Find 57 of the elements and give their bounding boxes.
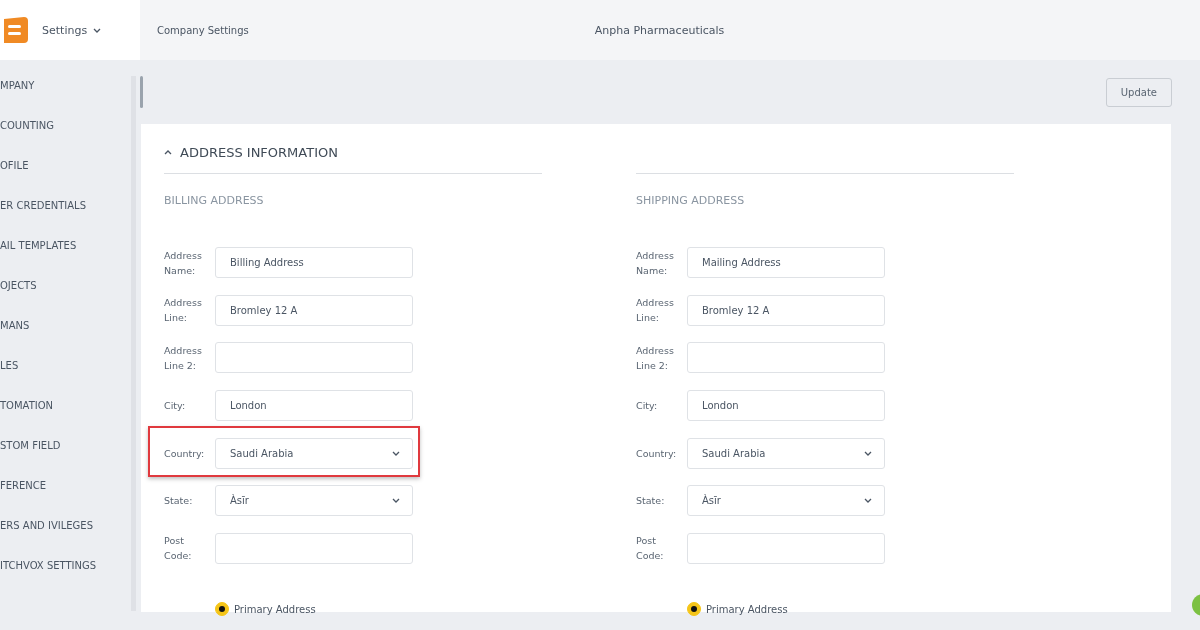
sidebar-item[interactable]: STOM FIELD [0,438,120,478]
update-button[interactable]: Update [1105,77,1172,107]
chevron-down-icon [392,498,400,504]
sidebar-item[interactable]: LES [0,358,120,398]
breadcrumb: Company Settings [157,24,249,36]
input-field[interactable] [687,532,885,564]
sidebar-item[interactable]: OFILE [0,158,120,198]
primary-address-radio[interactable]: Primary Address [215,602,316,617]
input-field[interactable]: London [215,390,413,422]
chevron-down-icon [392,450,400,456]
field-label: City: [636,399,659,414]
select-field[interactable]: Àsīr [687,485,885,517]
input-field[interactable]: Bromley 12 A [215,294,413,326]
chevron-up-icon [164,149,172,155]
chevron-down-icon [864,498,872,504]
field-label: Country: [164,446,206,461]
sidebar-item[interactable]: AIL TEMPLATES [0,238,120,278]
sidebar-item[interactable]: MANS [0,318,120,358]
input-field[interactable] [687,342,885,374]
sidebar-item[interactable]: ERS AND IVILEGES [0,518,120,558]
field-label: Address Name: [636,248,675,278]
select-field[interactable]: Saudi Arabia [215,437,413,469]
field-label: Post Code: [164,534,193,564]
sidebar-item[interactable]: ER CREDENTIALS [0,198,120,238]
scroll-thumb[interactable] [140,76,143,108]
field-label: Address Line: [164,296,203,326]
sidebar-item[interactable]: TOMATION [0,398,120,438]
input-field[interactable]: Mailing Address [687,247,885,279]
input-field[interactable] [215,532,413,564]
column-heading: BILLING ADDRESS [164,194,265,209]
sidebar-item[interactable]: COUNTING [0,118,120,158]
sidebar-item[interactable]: FERENCE [0,478,120,518]
field-label: City: [164,399,187,414]
sidebar-item[interactable]: ITCHVOX SETTINGS [0,558,120,598]
input-field[interactable]: Billing Address [215,247,413,279]
primary-address-radio[interactable]: Primary Address [687,602,788,617]
section-toggle[interactable]: ADDRESS INFORMATION [164,124,338,166]
chevron-down-icon [93,27,102,33]
column-heading: SHIPPING ADDRESS [636,194,746,209]
field-label: Address Line 2: [164,344,203,373]
select-field[interactable]: Saudi Arabia [687,437,885,469]
input-field[interactable]: London [687,390,885,422]
input-field[interactable] [215,342,413,374]
field-label: Post Code: [636,534,665,564]
chevron-down-icon [864,450,872,456]
sidebar-item[interactable]: OJECTS [0,278,120,318]
field-label: Address Name: [164,248,203,278]
field-label: State: [636,494,666,509]
input-field[interactable]: Bromley 12 A [687,294,885,326]
select-field[interactable]: Àsīr [215,485,413,517]
company-name: Anpha Pharmaceuticals [594,23,725,37]
field-label: Address Line 2: [636,344,675,373]
field-label: Address Line: [636,296,675,326]
sidebar-item[interactable]: MPANY [0,78,120,118]
field-label: State: [164,494,194,509]
field-label: Country: [636,446,678,461]
settings-menu[interactable]: Settings [42,23,102,37]
